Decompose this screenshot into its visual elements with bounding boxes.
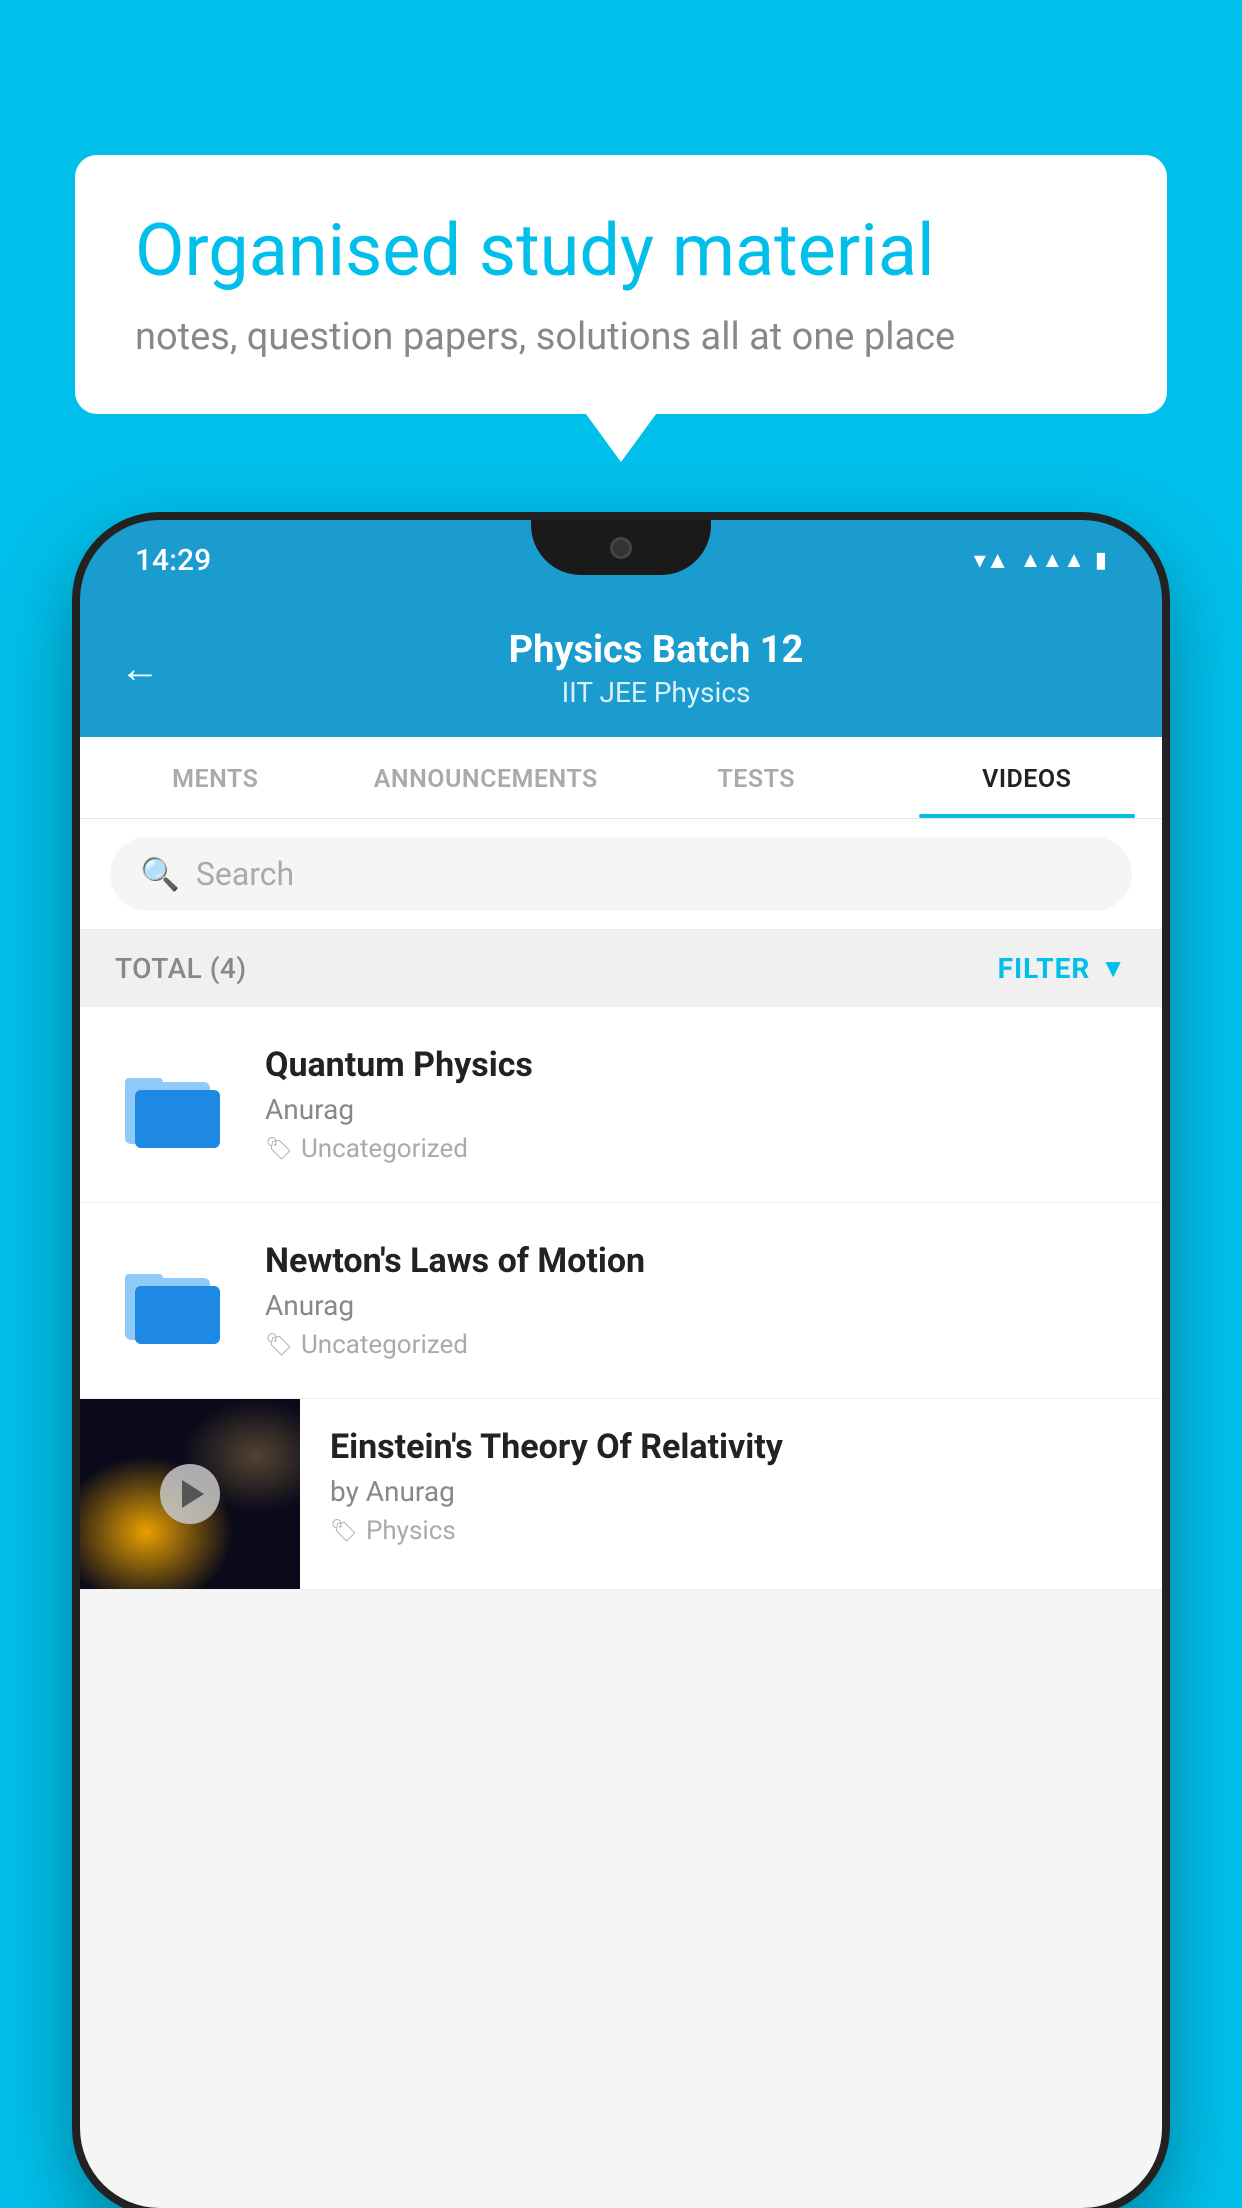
tag-icon-3: 🏷 (330, 1519, 358, 1544)
tag-label-3: Physics (366, 1516, 456, 1546)
camera (610, 537, 632, 559)
search-placeholder: Search (196, 855, 294, 893)
video-tag-1: 🏷 Uncategorized (265, 1134, 1127, 1164)
video-title-2: Newton's Laws of Motion (265, 1241, 1127, 1281)
total-count: TOTAL (4) (115, 952, 247, 985)
header-title: Physics Batch 12 (190, 628, 1122, 672)
filter-button[interactable]: FILTER ▼ (998, 952, 1127, 985)
filter-icon: ▼ (1100, 953, 1127, 984)
phone-device: 14:29 ▾▲ ▲▲▲ ▮ ← Physics Batch 12 (80, 520, 1162, 2208)
video-tag-2: 🏷 Uncategorized (265, 1330, 1127, 1360)
speech-bubble-container: Organised study material notes, question… (75, 155, 1167, 414)
status-time: 14:29 (135, 543, 211, 578)
tabs: MENTS ANNOUNCEMENTS TESTS VIDEOS (80, 737, 1162, 819)
list-item[interactable]: Einstein's Theory Of Relativity by Anura… (80, 1399, 1162, 1590)
video-title-3: Einstein's Theory Of Relativity (330, 1427, 1132, 1467)
list-item[interactable]: Newton's Laws of Motion Anurag 🏷 Uncateg… (80, 1203, 1162, 1399)
search-bar[interactable]: 🔍 Search (110, 837, 1132, 911)
tab-ments[interactable]: MENTS (80, 737, 351, 818)
video-author-1: Anurag (265, 1093, 1127, 1126)
video-thumbnail-3 (80, 1399, 300, 1589)
header-subtitle: IIT JEE Physics (190, 676, 1122, 709)
video-info-1: Quantum Physics Anurag 🏷 Uncategorized (265, 1045, 1127, 1164)
play-button[interactable] (160, 1464, 220, 1524)
background: Organised study material notes, question… (0, 0, 1242, 2208)
speech-bubble-heading: Organised study material (135, 210, 1107, 293)
folder-icon-1 (125, 1060, 225, 1150)
search-bar-container: 🔍 Search (80, 819, 1162, 930)
video-list: Quantum Physics Anurag 🏷 Uncategorized (80, 1007, 1162, 1590)
filter-label: FILTER (998, 952, 1091, 985)
phone-screen: 🔍 Search TOTAL (4) FILTER ▼ (80, 819, 1162, 2208)
speech-bubble: Organised study material notes, question… (75, 155, 1167, 414)
filter-row: TOTAL (4) FILTER ▼ (80, 930, 1162, 1007)
tag-label-1: Uncategorized (301, 1134, 468, 1164)
video-tag-3: 🏷 Physics (330, 1516, 1132, 1546)
status-icons: ▾▲ ▲▲▲ ▮ (974, 546, 1107, 575)
folder-icon-2 (125, 1256, 225, 1346)
video-info-3: Einstein's Theory Of Relativity by Anura… (300, 1399, 1162, 1574)
search-icon: 🔍 (140, 855, 180, 893)
header-title-block: Physics Batch 12 IIT JEE Physics (190, 628, 1122, 709)
tab-videos[interactable]: VIDEOS (892, 737, 1163, 818)
list-item[interactable]: Quantum Physics Anurag 🏷 Uncategorized (80, 1007, 1162, 1203)
video-thumb-2 (115, 1251, 235, 1351)
play-triangle-icon (182, 1480, 204, 1508)
status-bar: 14:29 ▾▲ ▲▲▲ ▮ (80, 520, 1162, 600)
video-author-3: by Anurag (330, 1475, 1132, 1508)
video-thumb-1 (115, 1055, 235, 1155)
video-info-2: Newton's Laws of Motion Anurag 🏷 Uncateg… (265, 1241, 1127, 1360)
speech-bubble-subtext: notes, question papers, solutions all at… (135, 315, 1107, 359)
tag-label-2: Uncategorized (301, 1330, 468, 1360)
phone-notch (531, 520, 711, 575)
app-header: ← Physics Batch 12 IIT JEE Physics (80, 600, 1162, 737)
tag-icon-2: 🏷 (265, 1333, 293, 1358)
tab-announcements[interactable]: ANNOUNCEMENTS (351, 737, 622, 818)
back-button[interactable]: ← (120, 645, 160, 692)
signal-icon: ▲▲▲ (1020, 547, 1085, 573)
video-title-1: Quantum Physics (265, 1045, 1127, 1085)
battery-icon: ▮ (1095, 548, 1107, 573)
phone-wrapper: 14:29 ▾▲ ▲▲▲ ▮ ← Physics Batch 12 (80, 520, 1162, 2208)
tab-tests[interactable]: TESTS (621, 737, 892, 818)
wifi-icon: ▾▲ (974, 546, 1010, 575)
tag-icon-1: 🏷 (265, 1137, 293, 1162)
video-author-2: Anurag (265, 1289, 1127, 1322)
